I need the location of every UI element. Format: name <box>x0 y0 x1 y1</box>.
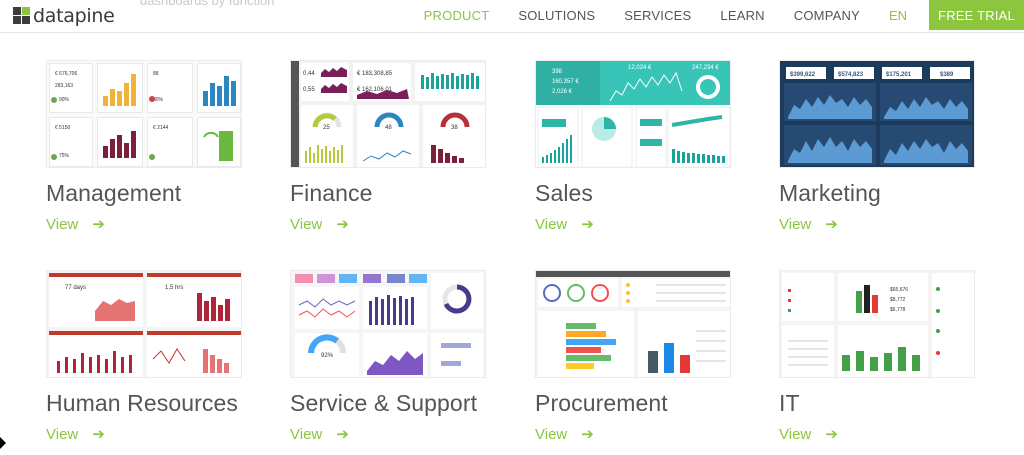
svg-text:$65,676: $65,676 <box>890 287 908 293</box>
svg-text:88: 88 <box>153 71 159 77</box>
svg-text:$574,823: $574,823 <box>838 72 864 78</box>
faded-page-title: dashboards by function <box>140 0 275 8</box>
view-link-label: View <box>535 215 568 233</box>
svg-text:12,024 €: 12,024 € <box>628 65 652 71</box>
free-trial-button[interactable]: FREE TRIAL <box>929 0 1024 30</box>
svg-text:€ 5150: € 5150 <box>55 125 71 131</box>
it-dashboard-thumbnail[interactable]: $65,676 $8,772 $6,778 <box>779 270 975 378</box>
finance-dashboard-thumbnail[interactable]: 0,44 € 183,308,85 0,55 € 162,106,01 25 48 38 <box>290 60 486 168</box>
card-title[interactable]: Marketing <box>779 180 881 207</box>
svg-text:1,5 hrs: 1,5 hrs <box>165 285 183 291</box>
view-link-label: View <box>779 215 812 233</box>
logo-text: datapine <box>33 4 115 27</box>
svg-text:€ 2144: € 2144 <box>153 125 169 131</box>
nav-solutions[interactable]: SOLUTIONS <box>518 8 595 23</box>
card-marketing[interactable]: $399,622 $574,823 $175,201 $389 Marketing V… <box>779 60 979 250</box>
card-procurement[interactable]: Procurement View ➔ <box>535 270 735 455</box>
management-dashboard-thumbnail[interactable]: € 676,706 283,163 90% € 5150 75% 88 € 2144 30% <box>46 60 242 168</box>
card-title[interactable]: IT <box>779 390 800 417</box>
procurement-dashboard-thumbnail[interactable] <box>535 270 731 378</box>
svg-text:75%: 75% <box>59 153 70 159</box>
card-it[interactable]: $65,676 $8,772 $6,778 IT View ➔ <box>779 270 979 455</box>
svg-text:77 days: 77 days <box>65 285 86 291</box>
marketing-dashboard-thumbnail[interactable]: $399,622 $574,823 $175,201 $389 <box>779 60 975 168</box>
service-dashboard-thumbnail[interactable]: 92% <box>290 270 486 378</box>
svg-text:92%: 92% <box>321 353 334 359</box>
arrow-right-icon: ➔ <box>336 216 349 233</box>
logo-mark-icon <box>13 7 31 25</box>
svg-text:2,026 €: 2,026 € <box>552 89 573 95</box>
arrow-right-icon: ➔ <box>581 426 594 443</box>
nav-company[interactable]: COMPANY <box>794 8 860 23</box>
view-link[interactable]: View ➔ <box>46 425 105 444</box>
arrow-right-icon: ➔ <box>92 216 105 233</box>
site-header: dashboards by function datapine PRODUCT … <box>0 0 1024 33</box>
view-link[interactable]: View ➔ <box>779 425 838 444</box>
view-link-label: View <box>290 215 323 233</box>
arrow-right-icon: ➔ <box>581 216 594 233</box>
svg-text:$389: $389 <box>940 72 954 78</box>
card-title[interactable]: Sales <box>535 180 593 207</box>
svg-text:€ 676,706: € 676,706 <box>55 71 77 77</box>
arrow-right-icon: ➔ <box>825 216 838 233</box>
arrow-right-icon: ➔ <box>336 426 349 443</box>
view-link-label: View <box>46 215 79 233</box>
view-link[interactable]: View ➔ <box>535 425 594 444</box>
svg-text:€ 183,308,85: € 183,308,85 <box>357 71 393 77</box>
nav-learn[interactable]: LEARN <box>720 8 764 23</box>
svg-text:48: 48 <box>385 125 392 131</box>
svg-text:0,44: 0,44 <box>303 71 315 77</box>
svg-text:25: 25 <box>323 125 330 131</box>
main-nav: PRODUCT SOLUTIONS SERVICES LEARN COMPANY… <box>424 0 1024 30</box>
view-link[interactable]: View ➔ <box>779 215 838 234</box>
card-title[interactable]: Human Resources <box>46 390 238 417</box>
card-management[interactable]: € 676,706 283,163 90% € 5150 75% 88 € 2144 30% … <box>46 60 246 250</box>
hr-dashboard-thumbnail[interactable]: 77 days 1,5 hrs <box>46 270 242 378</box>
view-link[interactable]: View ➔ <box>290 425 349 444</box>
card-human-resources[interactable]: 77 days 1,5 hrs Human Resources View ➔ <box>46 270 246 455</box>
card-title[interactable]: Service & Support <box>290 390 477 417</box>
svg-text:90%: 90% <box>59 97 70 103</box>
view-link[interactable]: View ➔ <box>535 215 594 234</box>
mouse-cursor-icon <box>0 437 6 449</box>
datapine-logo[interactable]: datapine <box>13 4 115 27</box>
view-link-label: View <box>779 425 812 443</box>
svg-text:247,234 €: 247,234 € <box>692 65 719 71</box>
svg-text:283,163: 283,163 <box>55 83 73 89</box>
svg-text:$6,778: $6,778 <box>890 307 906 313</box>
nav-product[interactable]: PRODUCT <box>424 8 490 23</box>
card-title[interactable]: Procurement <box>535 390 668 417</box>
svg-text:38: 38 <box>451 125 458 131</box>
sales-dashboard-thumbnail[interactable]: 12,024 € 247,234 € 398 160,357 € 2,026 € <box>535 60 731 168</box>
svg-text:$175,201: $175,201 <box>886 72 912 78</box>
card-sales[interactable]: 12,024 € 247,234 € 398 160,357 € 2,026 € Sal… <box>535 60 735 250</box>
svg-text:398: 398 <box>552 69 563 75</box>
view-link-label: View <box>46 425 79 443</box>
view-link-label: View <box>290 425 323 443</box>
svg-text:$8,772: $8,772 <box>890 297 906 303</box>
svg-text:0,55: 0,55 <box>303 87 315 93</box>
nav-services[interactable]: SERVICES <box>624 8 691 23</box>
svg-text:160,357 €: 160,357 € <box>552 79 579 85</box>
view-link[interactable]: View ➔ <box>290 215 349 234</box>
card-title[interactable]: Management <box>46 180 181 207</box>
card-title[interactable]: Finance <box>290 180 373 207</box>
language-switch[interactable]: EN <box>889 8 907 23</box>
svg-text:$399,622: $399,622 <box>790 72 816 78</box>
card-service-support[interactable]: 92% Service & Support View ➔ <box>290 270 490 455</box>
arrow-right-icon: ➔ <box>825 426 838 443</box>
view-link-label: View <box>535 425 568 443</box>
card-finance[interactable]: 0,44 € 183,308,85 0,55 € 162,106,01 25 48 38 … <box>290 60 490 250</box>
arrow-right-icon: ➔ <box>92 426 105 443</box>
view-link[interactable]: View ➔ <box>46 215 105 234</box>
